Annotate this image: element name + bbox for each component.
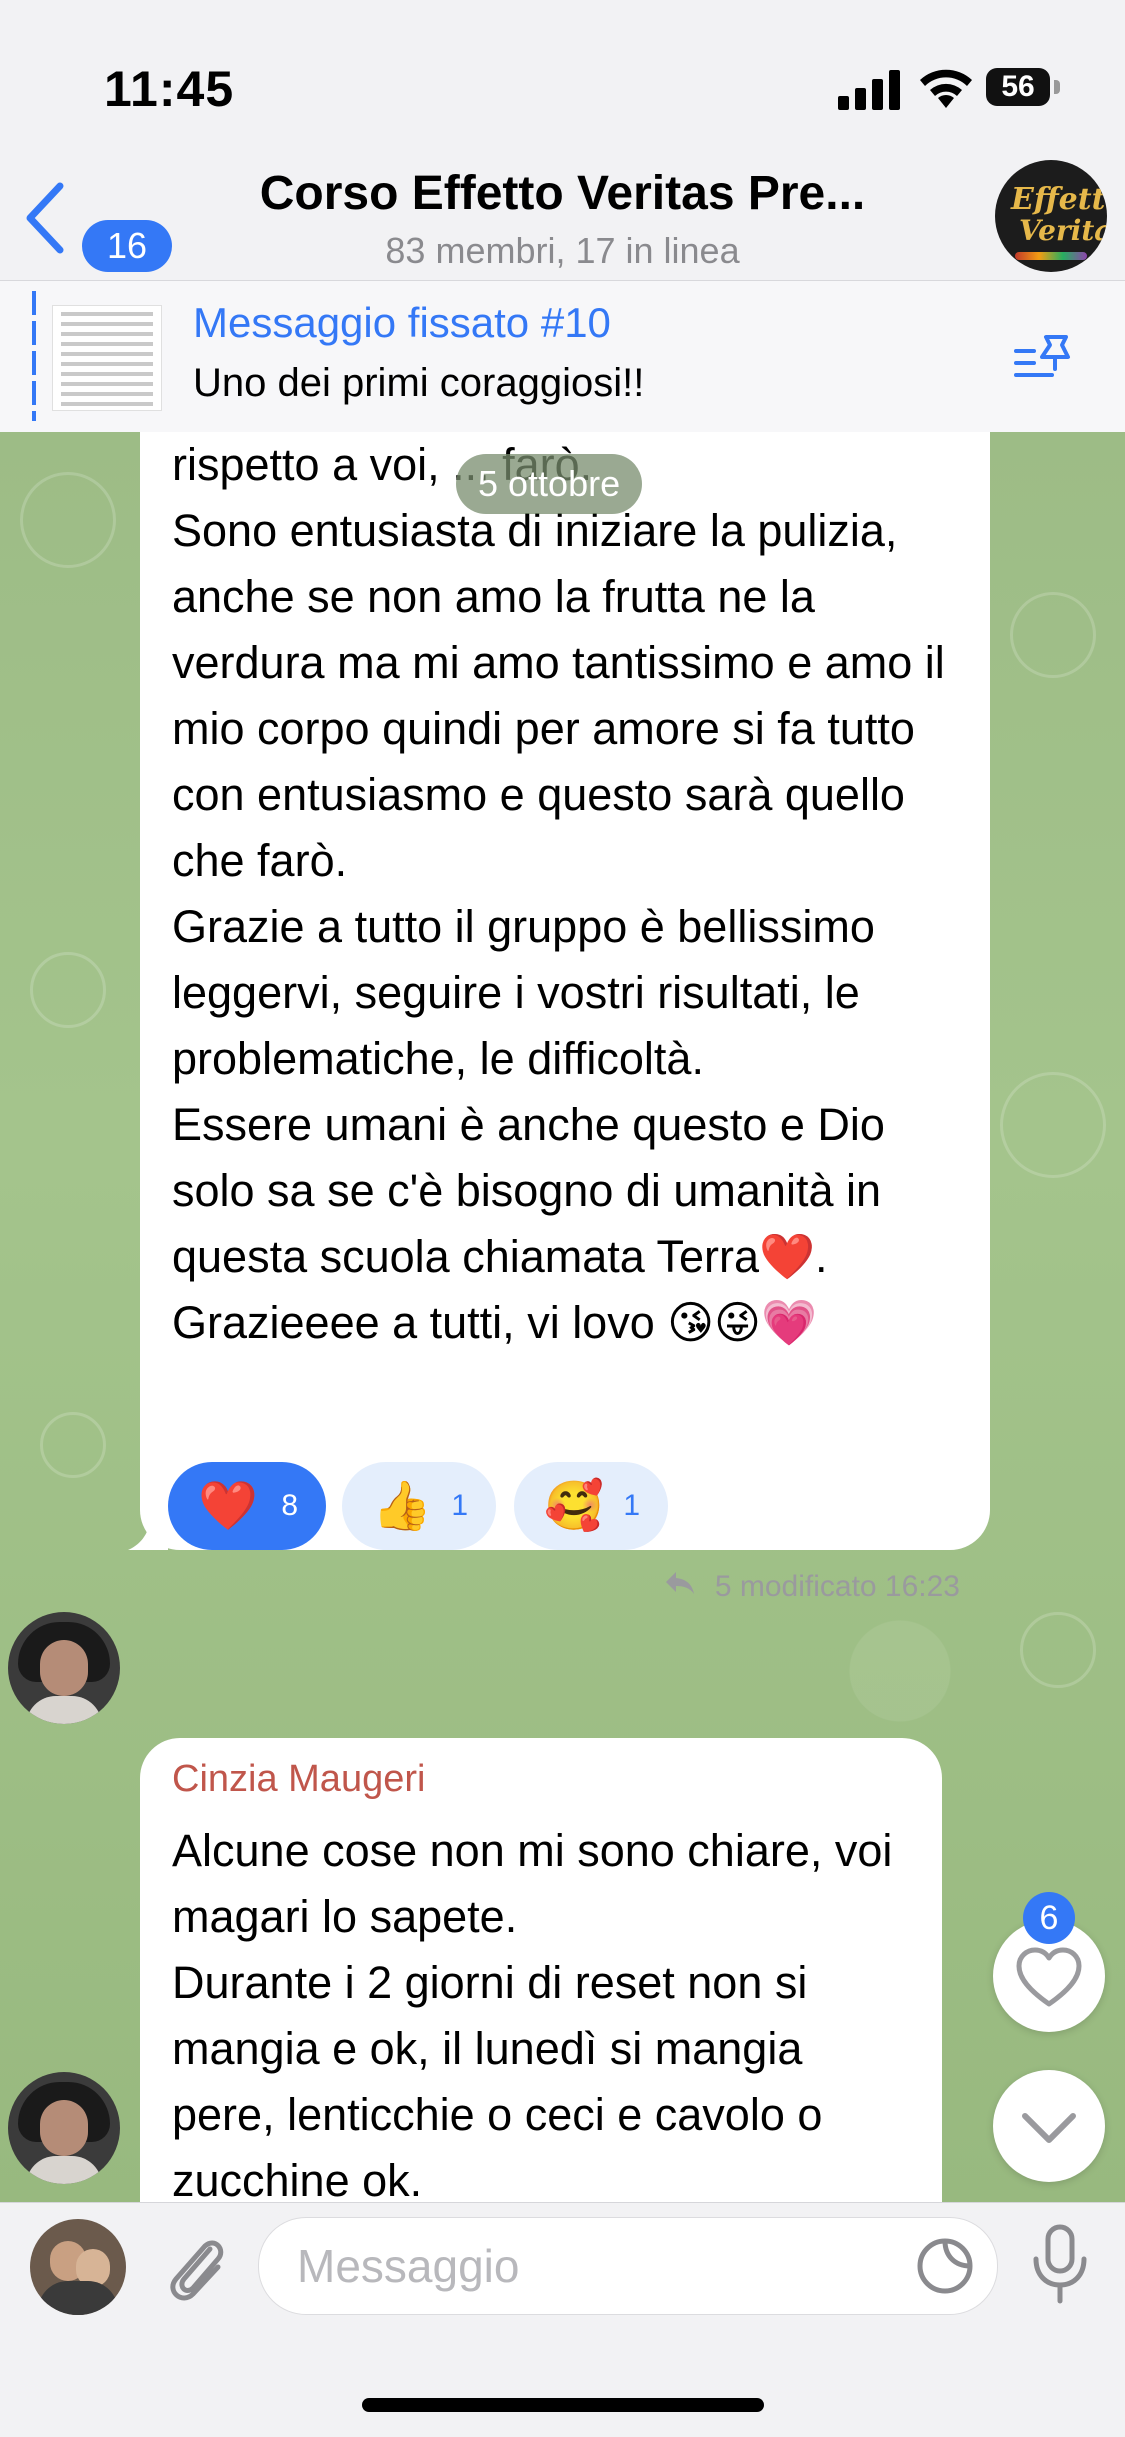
reaction-count: 8 bbox=[281, 1489, 298, 1522]
home-indicator[interactable] bbox=[362, 2398, 764, 2412]
pinned-indicator bbox=[32, 291, 36, 421]
unread-reactions-badge: 6 bbox=[1023, 1892, 1075, 1944]
message-timestamp: modificato 16:23 bbox=[739, 1570, 960, 1603]
attachment-icon[interactable] bbox=[160, 2225, 232, 2309]
message-input-container[interactable] bbox=[258, 2217, 998, 2315]
battery-icon: 56 bbox=[986, 68, 1060, 108]
chat-title[interactable]: Corso Effetto Veritas Pre... bbox=[200, 166, 925, 221]
scroll-down-button[interactable] bbox=[993, 2070, 1105, 2182]
status-bar: 11:45 56 bbox=[0, 0, 1125, 150]
cellular-signal-icon bbox=[838, 70, 900, 110]
chat-subtitle: 83 membri, 17 in linea bbox=[385, 230, 740, 271]
sender-name[interactable]: Cinzia Maugeri bbox=[172, 1758, 425, 1801]
message-bubble[interactable]: Cinzia Maugeri Alcune cose non mi sono c… bbox=[140, 1738, 942, 2202]
group-avatar-logo-line1: Effetto bbox=[1011, 182, 1107, 217]
reaction-thumbs-up[interactable]: 👍 1 bbox=[342, 1462, 496, 1550]
message-meta: 5 modificato 16:23 bbox=[664, 1570, 960, 1604]
group-avatar[interactable]: Effetto Veritas bbox=[995, 160, 1107, 272]
reaction-heart[interactable]: ❤️ 8 bbox=[168, 1462, 326, 1550]
reply-arrow-icon bbox=[666, 1572, 695, 1594]
chat-area[interactable]: rispetto a voi, ... farò. Sono entusiast… bbox=[0, 432, 1125, 2202]
heart-emoji-icon: ❤️ bbox=[198, 1478, 258, 1534]
smiling-hearts-emoji-icon: 🥰 bbox=[544, 1478, 604, 1534]
status-time: 11:45 bbox=[104, 61, 235, 117]
pinned-text: Uno dei primi coraggiosi!! bbox=[193, 361, 645, 405]
date-separator: 5 ottobre bbox=[456, 454, 643, 514]
pinned-title: Messaggio fissato #10 bbox=[193, 299, 611, 346]
message-bubble[interactable]: rispetto a voi, ... farò. Sono entusiast… bbox=[140, 432, 990, 1603]
pinned-thumbnail bbox=[52, 305, 162, 411]
microphone-icon[interactable] bbox=[1030, 2223, 1090, 2307]
chevron-down-icon bbox=[1022, 2113, 1076, 2143]
bubble-tail bbox=[128, 1512, 168, 1550]
wifi-icon bbox=[920, 69, 972, 108]
message-text: rispetto a voi, ... farò. Sono entusiast… bbox=[172, 439, 945, 1348]
back-button[interactable]: 16 bbox=[22, 180, 172, 272]
message-text: Alcune cose non mi sono chiare, voi maga… bbox=[172, 1825, 893, 2202]
pinned-list-icon[interactable] bbox=[1012, 333, 1078, 385]
pinned-message-bar[interactable]: Messaggio fissato #10 Uno dei primi cora… bbox=[0, 280, 1125, 434]
thumbs-up-emoji-icon: 👍 bbox=[372, 1478, 432, 1534]
reaction-count: 1 bbox=[623, 1489, 640, 1522]
sender-avatar[interactable] bbox=[8, 1612, 120, 1724]
reaction-count: 1 bbox=[451, 1489, 468, 1522]
battery-level: 56 bbox=[1001, 70, 1035, 103]
sender-avatar[interactable] bbox=[8, 2072, 120, 2184]
reaction-smiling-hearts[interactable]: 🥰 1 bbox=[514, 1462, 668, 1550]
group-avatar-logo-line2: Veritas bbox=[1019, 214, 1107, 247]
unread-count-badge: 16 bbox=[82, 220, 172, 272]
chat-header: 16 Corso Effetto Veritas Pre... 83 membr… bbox=[0, 150, 1125, 280]
my-avatar[interactable] bbox=[30, 2219, 126, 2315]
sticker-icon[interactable] bbox=[915, 2236, 975, 2296]
reply-count: 5 bbox=[714, 1570, 732, 1603]
chevron-left-icon bbox=[26, 182, 64, 254]
message-input[interactable] bbox=[295, 2232, 839, 2300]
